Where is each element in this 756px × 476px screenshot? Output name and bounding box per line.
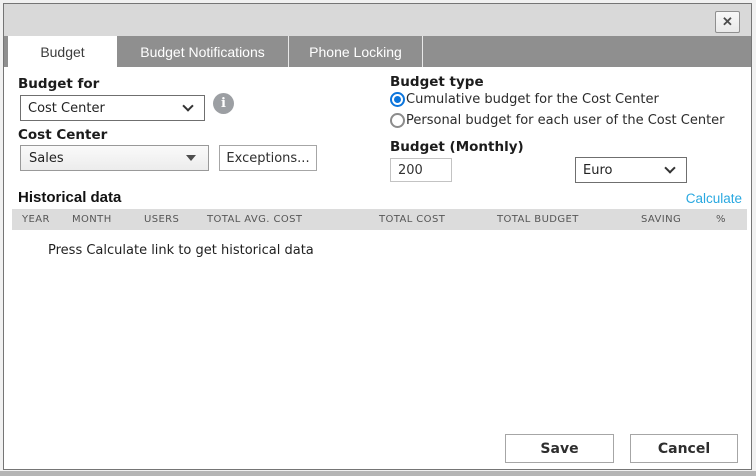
budget-amount-input[interactable] bbox=[390, 158, 452, 182]
budget-monthly-label: Budget (Monthly) bbox=[390, 139, 524, 155]
tab-budget[interactable]: Budget bbox=[8, 36, 117, 67]
dialog-titlebar: ✕ bbox=[4, 4, 751, 36]
column-header-saving: SAVING bbox=[641, 214, 716, 225]
budget-for-label: Budget for bbox=[18, 76, 99, 92]
column-header-total-cost: TOTAL COST bbox=[379, 214, 497, 225]
historical-table-header: YEAR MONTH USERS TOTAL AVG. COST TOTAL C… bbox=[12, 209, 747, 230]
info-icon[interactable]: i bbox=[213, 93, 234, 114]
save-button[interactable]: Save bbox=[505, 434, 614, 463]
currency-select[interactable]: Euro bbox=[575, 157, 687, 183]
triangle-down-icon bbox=[186, 155, 196, 161]
radio-option-label: Personal budget for each user of the Cos… bbox=[406, 113, 725, 128]
budget-for-select[interactable]: Cost Center bbox=[20, 95, 205, 121]
dialog-content: Budget for Cost Center i Cost Center Sal… bbox=[4, 67, 751, 469]
radio-unselected-icon[interactable] bbox=[390, 113, 405, 128]
page-background: ✕ Budget Budget Notifications Phone Lock… bbox=[0, 0, 756, 476]
radio-option-personal[interactable]: Personal budget for each user of the Cos… bbox=[390, 111, 725, 129]
column-header-year: YEAR bbox=[22, 214, 72, 225]
currency-selected-value: Euro bbox=[576, 163, 666, 178]
chevron-down-icon bbox=[182, 100, 193, 111]
budget-type-label: Budget type bbox=[390, 74, 484, 90]
column-header-percent: % bbox=[716, 214, 747, 225]
radio-option-cumulative[interactable]: Cumulative budget for the Cost Center bbox=[390, 90, 659, 108]
cancel-button[interactable]: Cancel bbox=[630, 434, 738, 463]
close-icon[interactable]: ✕ bbox=[715, 11, 740, 33]
column-header-users: USERS bbox=[144, 214, 207, 225]
radio-option-label: Cumulative budget for the Cost Center bbox=[406, 92, 659, 107]
budget-dialog: ✕ Budget Budget Notifications Phone Lock… bbox=[3, 3, 752, 470]
cost-center-select[interactable]: Sales bbox=[20, 145, 209, 171]
column-header-total-budget: TOTAL BUDGET bbox=[497, 214, 641, 225]
historical-data-title: Historical data bbox=[18, 189, 121, 206]
tab-phone-locking[interactable]: Phone Locking bbox=[289, 36, 423, 67]
column-header-total-avg-cost: TOTAL AVG. COST bbox=[207, 214, 379, 225]
chevron-down-icon bbox=[664, 162, 675, 173]
empty-table-message: Press Calculate link to get historical d… bbox=[48, 243, 314, 258]
tab-budget-notifications[interactable]: Budget Notifications bbox=[117, 36, 289, 67]
calculate-link[interactable]: Calculate bbox=[686, 191, 742, 206]
radio-selected-icon[interactable] bbox=[390, 92, 405, 107]
exceptions-button[interactable]: Exceptions... bbox=[219, 145, 317, 171]
cost-center-selected-value: Sales bbox=[21, 151, 186, 166]
budget-for-selected-value: Cost Center bbox=[21, 101, 184, 116]
cost-center-label: Cost Center bbox=[18, 127, 107, 143]
page-bottom-strip bbox=[0, 471, 756, 476]
tab-strip: Budget Budget Notifications Phone Lockin… bbox=[4, 36, 751, 67]
column-header-month: MONTH bbox=[72, 214, 144, 225]
